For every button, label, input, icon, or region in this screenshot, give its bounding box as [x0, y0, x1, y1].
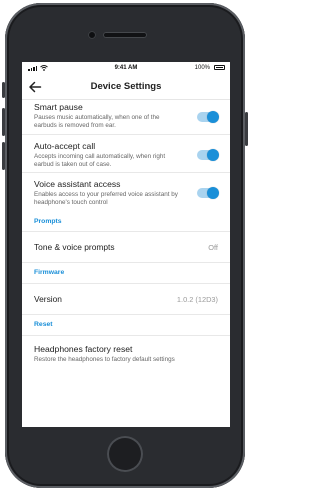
battery-percent: 100% [194, 65, 210, 71]
toggle-knob [207, 187, 219, 199]
smart-pause-toggle[interactable] [197, 111, 219, 123]
row-version: Version 1.0.2 (12D3) [22, 284, 230, 314]
setting-description: Restore the headphones to factory defaul… [34, 356, 175, 363]
setting-title: Auto-accept call [34, 141, 96, 151]
section-prompts-label: Prompts [34, 218, 62, 225]
setting-description: Pauses music automatically, when one of … [34, 114, 160, 129]
volume-up-button [2, 108, 5, 136]
home-button[interactable] [107, 436, 143, 472]
section-reset-label: Reset [34, 321, 53, 328]
battery-icon [214, 65, 225, 70]
row-label: Version [34, 294, 62, 304]
setting-title: Smart pause [34, 102, 83, 112]
toggle-knob [207, 149, 219, 161]
row-value: 1.0.2 (12D3) [176, 295, 218, 304]
setting-factory-reset[interactable]: Headphones factory reset Restore the hea… [22, 336, 230, 376]
voice-assistant-toggle[interactable] [197, 187, 219, 199]
app-screen: 9:41 AM 100% Device Settings Smart pause… [22, 62, 230, 427]
setting-auto-accept-call[interactable]: Auto-accept call Accepts incoming call a… [22, 135, 230, 172]
row-label: Tone & voice prompts [34, 242, 115, 252]
setting-title: Voice assistant access [34, 179, 121, 189]
setting-smart-pause[interactable]: Smart pause Pauses music automatically, … [22, 102, 230, 134]
settings-list: Smart pause Pauses music automatically, … [22, 102, 230, 376]
mute-switch [2, 82, 5, 98]
setting-voice-assistant[interactable]: Voice assistant access Enables access to… [22, 173, 230, 213]
section-firmware-label: Firmware [34, 269, 65, 276]
row-value: Off [208, 243, 218, 252]
auto-accept-toggle[interactable] [197, 149, 219, 161]
setting-description: Accepts incoming call automatically, whe… [34, 153, 166, 168]
toggle-knob [207, 111, 219, 123]
earpiece-speaker [103, 32, 147, 38]
front-camera [88, 31, 96, 39]
row-tone-voice-prompts[interactable]: Tone & voice prompts Off [22, 232, 230, 262]
volume-down-button [2, 142, 5, 170]
setting-description: Enables access to your preferred voice a… [34, 191, 178, 206]
status-bar: 9:41 AM 100% [22, 62, 230, 74]
app-header: Device Settings [22, 75, 230, 100]
page-title: Device Settings [90, 81, 162, 92]
power-button [245, 112, 248, 146]
setting-title: Headphones factory reset [34, 344, 133, 354]
